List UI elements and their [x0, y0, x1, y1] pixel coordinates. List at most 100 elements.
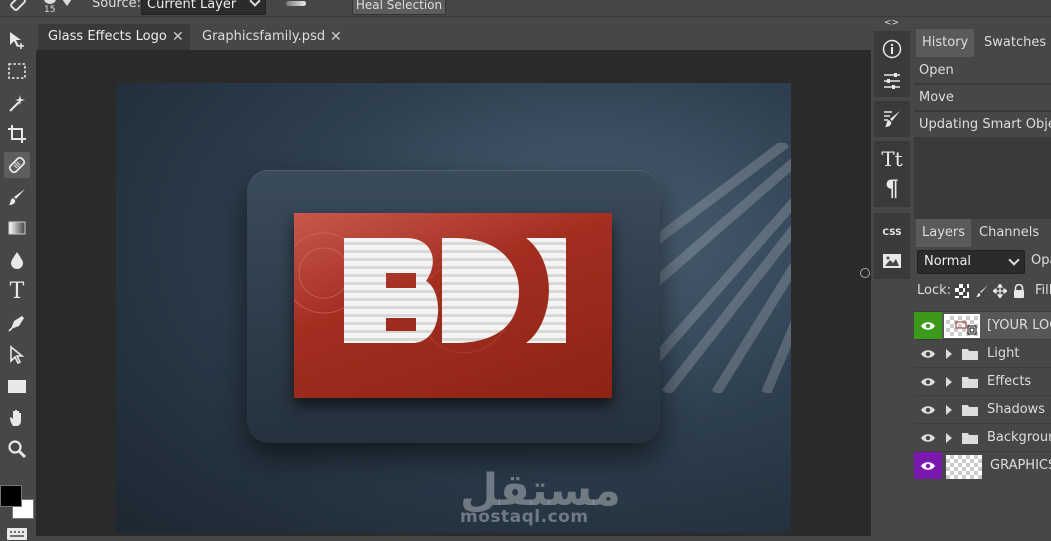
- tab-layers[interactable]: Layers: [916, 219, 972, 247]
- close-icon[interactable]: ✕: [330, 24, 342, 50]
- tab-channels[interactable]: Channels: [973, 219, 1045, 247]
- chevron-down-icon: [1008, 254, 1020, 266]
- healing-brush-icon: [8, 156, 26, 174]
- magic-wand-tool[interactable]: [4, 90, 30, 116]
- canvas-workspace[interactable]: مستقل mostaql.com: [36, 50, 871, 536]
- layer-name: Background: [987, 430, 1051, 445]
- eye-icon: [921, 433, 935, 442]
- gradient-tool[interactable]: [4, 215, 30, 241]
- strip-group-info: [874, 31, 910, 97]
- visibility-toggle[interactable]: [914, 340, 942, 367]
- foreground-color-swatch[interactable]: [0, 485, 22, 507]
- chevron-down-icon: [249, 0, 261, 7]
- source-select[interactable]: Current Layer: [141, 0, 266, 15]
- layer-row-light[interactable]: Light: [914, 339, 1051, 367]
- layers-body: Normal Opacity Lock: Fill [YOUR LOGO]: [914, 247, 1051, 517]
- zoom-icon: [8, 440, 27, 459]
- type-tool[interactable]: T: [4, 279, 30, 305]
- brush-size: 15: [44, 5, 56, 15]
- heal-selection-button[interactable]: Heal Selection: [352, 0, 446, 15]
- gradient-icon: [8, 221, 26, 235]
- brush-preset-button[interactable]: [882, 109, 902, 129]
- tab-graphicsfamily-psd[interactable]: Graphicsfamily.psd ✕: [192, 24, 348, 50]
- panel-resize-handle[interactable]: [860, 268, 870, 278]
- healing-brush-icon[interactable]: [8, 0, 28, 14]
- expand-caret-icon[interactable]: [946, 377, 952, 387]
- blur-drop-icon: [11, 252, 23, 269]
- info-button[interactable]: [882, 39, 902, 59]
- layers-panel: Layers Channels Normal Opacity Lock: Fil…: [914, 219, 1051, 536]
- zoom-tool[interactable]: [4, 436, 30, 462]
- visibility-toggle[interactable]: [914, 312, 942, 339]
- collapse-panels-icon[interactable]: <>: [884, 18, 899, 28]
- lock-label: Lock:: [917, 283, 952, 298]
- blend-mode-value: Normal: [924, 254, 972, 269]
- blend-mode-select[interactable]: Normal: [917, 250, 1025, 274]
- brush-preset-icon: [884, 111, 900, 127]
- image-button[interactable]: [882, 251, 902, 271]
- logo-artwork[interactable]: [294, 213, 612, 398]
- layers-panel-tabs: Layers Channels: [914, 219, 1051, 247]
- lock-pixels-icon[interactable]: [975, 284, 989, 298]
- paragraph-icon[interactable]: ¶: [882, 176, 902, 202]
- expand-caret-icon[interactable]: [946, 433, 952, 443]
- layer-name: [YOUR LOGO]: [987, 318, 1051, 333]
- select-move-tool[interactable]: [4, 27, 30, 53]
- document-tabs: Glass Effects Logo ✕ Graphicsfamily.psd …: [36, 24, 871, 50]
- lock-all-icon[interactable]: [1012, 284, 1026, 298]
- panel-icon-strip: Tt ¶ CSS: [872, 29, 912, 536]
- tab-history[interactable]: History: [916, 29, 975, 57]
- history-item[interactable]: Move: [914, 85, 1051, 111]
- character-icon[interactable]: Tt: [881, 147, 902, 171]
- document-canvas[interactable]: مستقل mostaql.com: [116, 83, 791, 533]
- tab-glass-effects-logo[interactable]: Glass Effects Logo ✕: [38, 24, 190, 50]
- marquee-tool[interactable]: [4, 58, 30, 84]
- lock-row: Lock: Fill: [917, 283, 1051, 301]
- type-icon: T: [9, 279, 25, 304]
- eye-icon: [921, 461, 935, 470]
- keyboard-icon[interactable]: [6, 527, 28, 541]
- visibility-toggle[interactable]: [914, 424, 942, 451]
- css-icon[interactable]: CSS: [882, 223, 902, 243]
- info-icon: [882, 39, 902, 59]
- rectangle-tool[interactable]: [4, 373, 30, 399]
- visibility-toggle[interactable]: [914, 396, 942, 423]
- adjustments-button[interactable]: [882, 71, 902, 91]
- close-icon[interactable]: ✕: [172, 24, 184, 50]
- folder-icon: [962, 433, 978, 444]
- folder-icon: [962, 349, 978, 360]
- tools-panel: T: [0, 17, 35, 540]
- pen-tool[interactable]: [4, 310, 30, 336]
- history-list: Open Move Updating Smart Object: [914, 58, 1051, 238]
- history-item[interactable]: Open: [914, 58, 1051, 84]
- strength-slider[interactable]: [286, 1, 306, 6]
- strip-group-type: Tt ¶: [874, 141, 910, 207]
- tab-swatches[interactable]: Swatches: [978, 29, 1051, 57]
- layer-row-effects[interactable]: Effects: [914, 367, 1051, 395]
- healing-brush-tool[interactable]: [4, 152, 30, 178]
- hand-tool[interactable]: [4, 405, 30, 431]
- strip-group-brush: [874, 101, 910, 137]
- expand-caret-icon[interactable]: [946, 349, 952, 359]
- brush-tool[interactable]: [4, 184, 30, 210]
- layer-row-graphicsfamily[interactable]: GRAPHICSFAMILY: [914, 451, 1051, 479]
- brush-preview-icon[interactable]: [44, 0, 56, 4]
- history-item[interactable]: Updating Smart Object: [914, 112, 1051, 138]
- crop-tool[interactable]: [4, 121, 30, 147]
- brush-icon: [9, 189, 25, 205]
- layer-row-shadows[interactable]: Shadows: [914, 395, 1051, 423]
- layer-row-your-logo[interactable]: [YOUR LOGO]: [914, 311, 1051, 339]
- adjustments-icon: [884, 73, 900, 89]
- lock-transparency-icon[interactable]: [955, 284, 969, 298]
- expand-caret-icon[interactable]: [946, 405, 952, 415]
- eye-icon: [921, 349, 935, 358]
- direct-select-tool[interactable]: [4, 342, 30, 368]
- brush-dropdown-caret[interactable]: [62, 0, 72, 6]
- select-move-icon: [10, 32, 24, 49]
- layer-name: GRAPHICSFAMILY: [990, 458, 1051, 473]
- lock-position-icon[interactable]: [993, 284, 1007, 298]
- blur-tool[interactable]: [4, 247, 30, 273]
- visibility-toggle[interactable]: [914, 368, 942, 395]
- layer-row-background[interactable]: Background: [914, 423, 1051, 451]
- visibility-toggle[interactable]: [914, 452, 942, 479]
